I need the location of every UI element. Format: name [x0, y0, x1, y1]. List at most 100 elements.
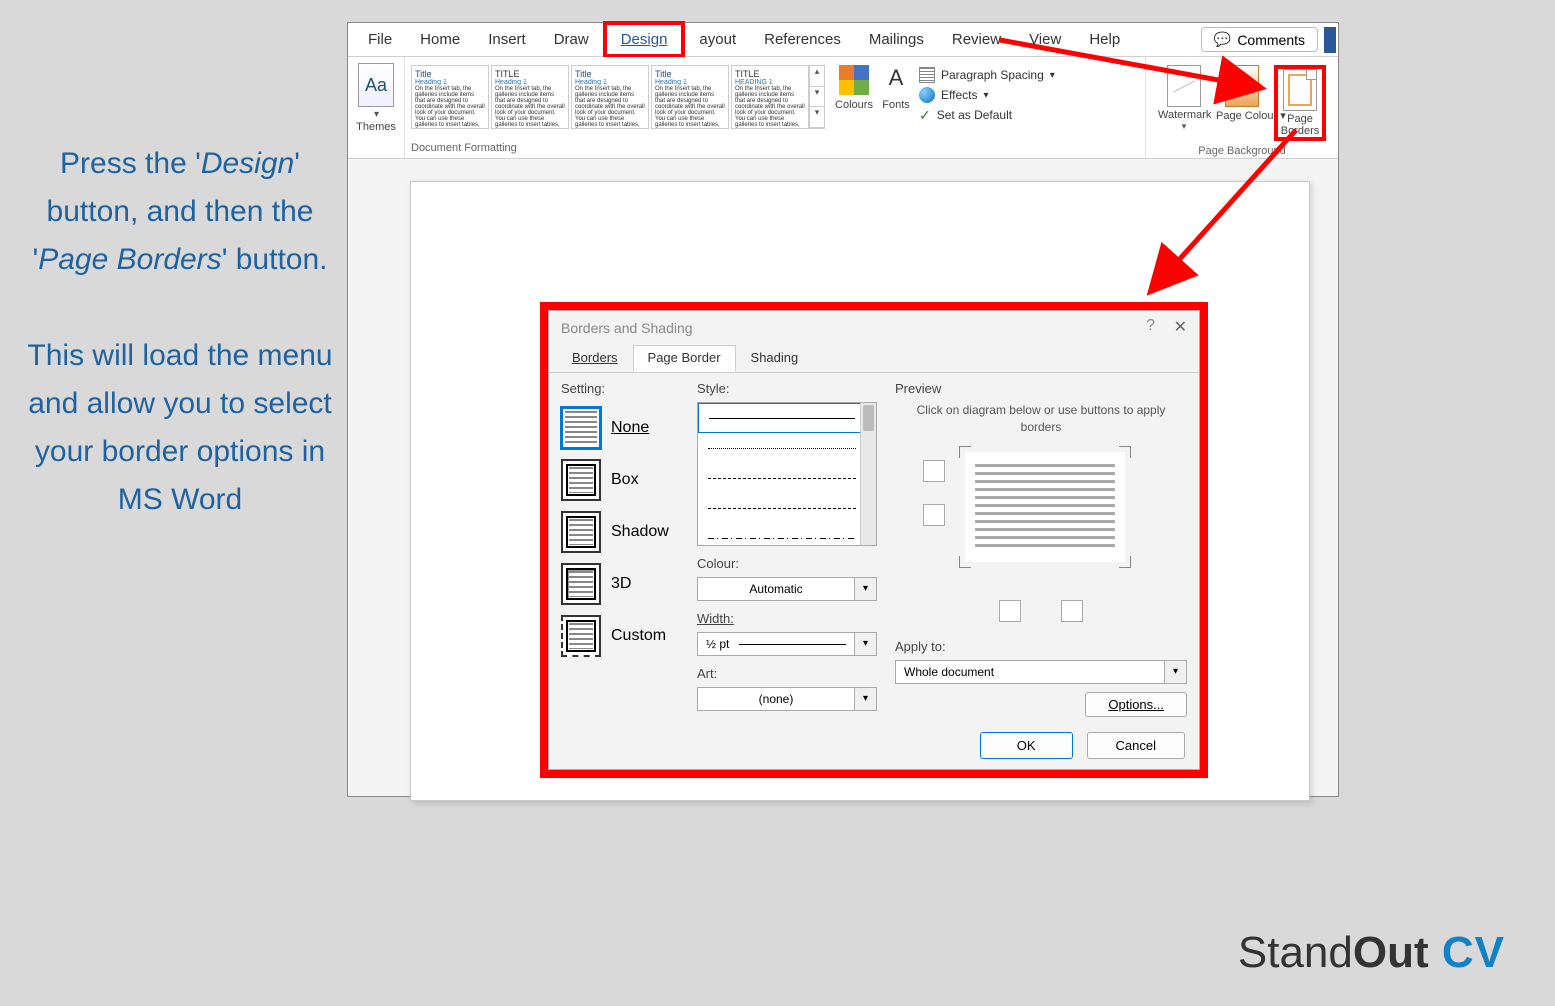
setting-custom[interactable]: Custom [561, 610, 679, 662]
apply-to-dropdown[interactable]: Whole document ▾ [895, 660, 1187, 684]
gallery-scroll[interactable]: ▴▾▾ [809, 65, 825, 129]
dialog-close-button[interactable]: ✕ [1174, 317, 1187, 337]
check-icon: ✓ [919, 107, 931, 124]
page-background-group: Watermark ▾ Page Colour ▾ Page Borders P… [1146, 57, 1338, 158]
instruction-p2: This will load the menu and allow you to… [20, 332, 340, 524]
dialog-tab-page-border[interactable]: Page Border [633, 345, 736, 372]
setting-shadow[interactable]: Shadow [561, 506, 679, 558]
effects-icon [919, 87, 935, 103]
ribbon-tabs: File Home Insert Draw Design ayout Refer… [348, 23, 1338, 57]
gallery-item[interactable]: TITLEHeading 1On the Insert tab, the gal… [491, 65, 569, 129]
themes-button[interactable]: Aa Themes [354, 61, 398, 133]
document-formatting-group: TitleHeading 1On the Insert tab, the gal… [405, 57, 1146, 158]
tab-review[interactable]: Review [938, 25, 1015, 54]
preview-bottom-buttons [895, 600, 1187, 627]
chevron-down-icon: ▾ [855, 577, 877, 601]
setting-label: Setting: [561, 381, 679, 396]
setting-box-icon [561, 459, 601, 501]
dialog-help-button[interactable]: ? [1146, 317, 1155, 335]
tab-insert[interactable]: Insert [474, 25, 540, 54]
chevron-down-icon: ▾ [855, 632, 877, 656]
tab-view[interactable]: View [1015, 25, 1075, 54]
tab-layout[interactable]: ayout [685, 25, 750, 54]
themes-label: Themes [354, 121, 398, 133]
page-bg-label: Page Background [1198, 145, 1285, 159]
setting-3d[interactable]: 3D [561, 558, 679, 610]
width-label: Width: [697, 611, 877, 626]
dialog-tab-shading[interactable]: Shading [736, 345, 814, 372]
style-label: Style: [697, 381, 877, 396]
setting-none[interactable]: None [561, 402, 679, 454]
ok-button[interactable]: OK [980, 732, 1073, 759]
border-right-button[interactable] [1061, 600, 1083, 622]
watermark-button[interactable]: Watermark ▾ [1158, 65, 1210, 141]
tab-mailings[interactable]: Mailings [855, 25, 938, 54]
art-label: Art: [697, 666, 877, 681]
setting-column: Setting: None Box Shadow 3D [561, 381, 679, 713]
setting-box[interactable]: Box [561, 454, 679, 506]
fonts-label: Fonts [875, 99, 917, 111]
set-default-button[interactable]: ✓Set as Default [919, 105, 1075, 125]
tab-draw[interactable]: Draw [540, 25, 603, 54]
gallery-item[interactable]: TitleHeading 1On the Insert tab, the gal… [651, 65, 729, 129]
tab-references[interactable]: References [750, 25, 855, 54]
doc-formatting-label: Document Formatting [411, 142, 1139, 156]
border-bottom-button[interactable] [923, 504, 945, 526]
preview-page[interactable] [965, 452, 1125, 562]
setting-3d-icon [561, 563, 601, 605]
width-value: ½ pt [697, 632, 855, 656]
gallery-item[interactable]: TitleHeading 1On the Insert tab, the gal… [571, 65, 649, 129]
format-options: Paragraph Spacing▾ Effects▾ ✓Set as Defa… [917, 61, 1077, 133]
colours-button[interactable]: Colours [833, 61, 875, 133]
borders-shading-dialog: Borders and Shading ? ✕ Borders Page Bor… [548, 310, 1200, 770]
dialog-title: Borders and Shading [561, 320, 693, 336]
preview-stage [895, 446, 1187, 596]
tab-design[interactable]: Design [603, 21, 686, 58]
style-scrollbar[interactable] [860, 403, 876, 545]
page-borders-button[interactable]: Page Borders [1274, 65, 1326, 141]
width-dropdown[interactable]: ½ pt ▾ [697, 632, 877, 656]
fonts-button[interactable]: A Fonts [875, 61, 917, 133]
style-list[interactable] [697, 402, 877, 546]
gallery-item[interactable]: TITLEHEADING 1On the Insert tab, the gal… [731, 65, 809, 129]
tab-file[interactable]: File [354, 25, 406, 54]
style-option-solid[interactable] [698, 403, 876, 433]
themes-group: Aa Themes [348, 57, 405, 158]
paragraph-spacing-button[interactable]: Paragraph Spacing▾ [919, 65, 1075, 85]
colour-dropdown[interactable]: Automatic ▾ [697, 577, 877, 601]
effects-button[interactable]: Effects▾ [919, 85, 1075, 105]
style-option-dashdot[interactable] [698, 523, 876, 553]
dialog-tab-borders[interactable]: Borders [557, 345, 633, 372]
page-colour-button[interactable]: Page Colour ▾ [1216, 65, 1268, 141]
chevron-down-icon: ▾ [1165, 660, 1187, 684]
watermark-icon [1167, 65, 1201, 107]
border-left-button[interactable] [999, 600, 1021, 622]
share-button-stub[interactable] [1324, 27, 1336, 53]
style-option-dashed[interactable] [698, 493, 876, 523]
themes-icon: Aa [358, 63, 394, 107]
cancel-button[interactable]: Cancel [1087, 732, 1185, 759]
art-dropdown[interactable]: (none) ▾ [697, 687, 877, 711]
style-gallery[interactable]: TitleHeading 1On the Insert tab, the gal… [411, 61, 809, 133]
colour-label: Colour: [697, 556, 877, 571]
tab-home[interactable]: Home [406, 25, 474, 54]
gallery-item[interactable]: TitleHeading 1On the Insert tab, the gal… [411, 65, 489, 129]
colour-value: Automatic [697, 577, 855, 601]
fonts-icon: A [882, 65, 910, 95]
apply-to-group: Apply to: Whole document ▾ [895, 639, 1187, 684]
options-button[interactable]: Options... [1085, 692, 1187, 717]
comments-label: Comments [1237, 32, 1305, 48]
dialog-titlebar: Borders and Shading ? ✕ [549, 311, 1199, 345]
tab-help[interactable]: Help [1075, 25, 1134, 54]
setting-shadow-icon [561, 511, 601, 553]
instruction-p1: Press the 'Design' button, and then the … [20, 140, 340, 284]
border-top-button[interactable] [923, 460, 945, 482]
comments-button[interactable]: 💬 Comments [1201, 27, 1318, 52]
dialog-highlight: Borders and Shading ? ✕ Borders Page Bor… [540, 302, 1208, 778]
preview-column: Preview Click on diagram below or use bu… [895, 381, 1187, 713]
colours-icon [839, 65, 869, 95]
style-option-dashed-fine[interactable] [698, 463, 876, 493]
style-option-dotted[interactable] [698, 433, 876, 463]
comment-icon: 💬 [1214, 31, 1231, 48]
style-column: Style: Colour: Automatic ▾ Width: ½ pt [697, 381, 877, 713]
